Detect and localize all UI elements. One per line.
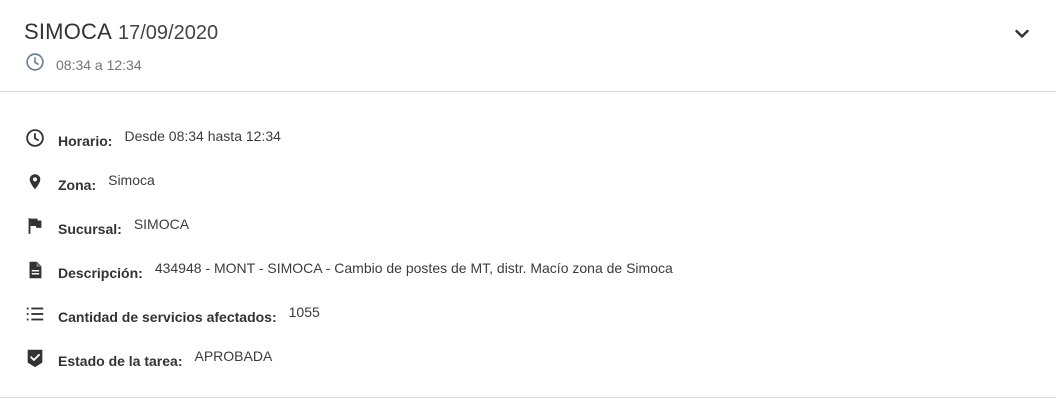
detail-value: Desde 08:34 hasta 12:34 <box>124 128 281 144</box>
detail-label: Estado de la tarea: <box>58 353 183 369</box>
detail-cantidad-servicios: Cantidad de servicios afectados: 1055 <box>24 302 320 326</box>
detail-descripcion: Descripción: 434948 - MONT - SIMOCA - Ca… <box>24 258 673 282</box>
flag-icon <box>24 215 46 237</box>
detail-value: 434948 - MONT - SIMOCA - Cambio de poste… <box>154 260 673 276</box>
detail-label: Descripción: <box>58 265 143 281</box>
detail-value: SIMOCA <box>133 216 190 232</box>
task-card: SIMOCA 17/09/2020 08:34 a 12:34 Horario:… <box>0 0 1056 405</box>
detail-horario: Horario: Desde 08:34 hasta 12:34 <box>24 126 281 150</box>
chevron-down-icon[interactable] <box>1010 22 1034 46</box>
detail-zona: Zona: Simoca <box>24 170 155 194</box>
clock-icon <box>24 127 46 149</box>
detail-sucursal: Sucursal: SIMOCA <box>24 214 189 238</box>
title-date: 17/09/2020 <box>118 22 219 44</box>
card-header[interactable]: SIMOCA 17/09/2020 08:34 a 12:34 <box>0 0 1056 92</box>
title-name: SIMOCA <box>24 19 112 44</box>
location-pin-icon <box>24 171 46 193</box>
check-shield-icon <box>24 347 46 369</box>
detail-label: Sucursal: <box>58 221 122 237</box>
detail-label: Horario: <box>58 133 113 149</box>
detail-value: Simoca <box>108 172 155 188</box>
detail-estado: Estado de la tarea: APROBADA <box>24 346 272 370</box>
detail-label: Zona: <box>58 177 97 193</box>
card-title: SIMOCA 17/09/2020 <box>24 19 218 45</box>
clock-icon <box>24 51 46 78</box>
detail-label: Cantidad de servicios afectados: <box>58 309 277 325</box>
detail-value: APROBADA <box>194 348 273 364</box>
document-icon <box>24 259 46 281</box>
bottom-divider <box>0 397 1056 398</box>
time-range: 08:34 a 12:34 <box>24 51 142 78</box>
numbered-list-icon <box>24 303 46 325</box>
detail-value: 1055 <box>288 304 320 320</box>
time-range-text: 08:34 a 12:34 <box>56 56 142 73</box>
